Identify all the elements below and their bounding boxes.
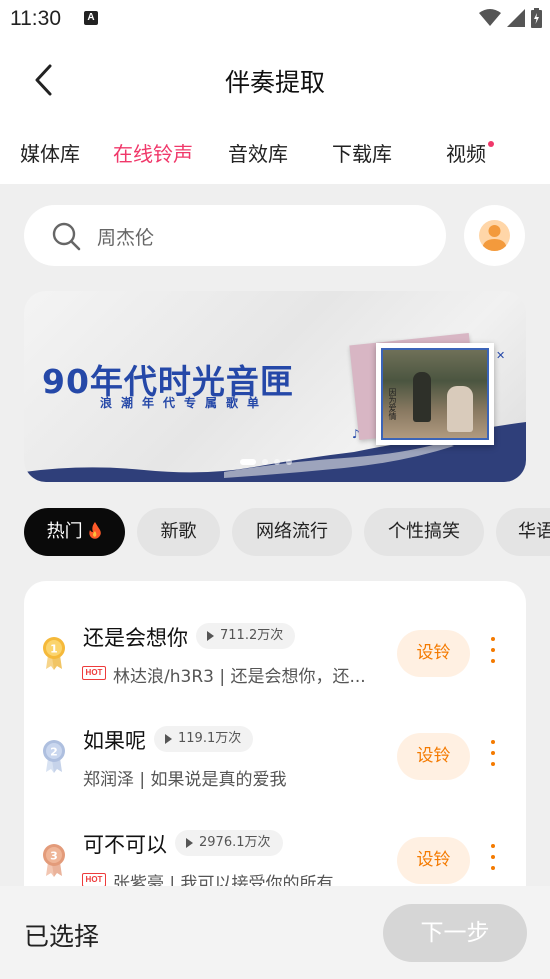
chip-hot-label: 热门 xyxy=(46,521,83,542)
tab-downloads[interactable]: 下载库 xyxy=(332,138,392,167)
category-chips: 热门 新歌 网络流行 个性搞笑 华语 xyxy=(24,508,550,556)
fire-icon xyxy=(89,522,102,539)
song-3-set-ringtone-button[interactable]: 设铃 xyxy=(397,837,470,884)
album-cover-image: 因为爱情 xyxy=(376,343,494,445)
bottom-action-bar: 已选择 下一步 xyxy=(0,886,550,979)
song-3-more-icon[interactable] xyxy=(488,844,498,876)
album-cover-text: 因为爱情 xyxy=(388,388,397,420)
signal-icon xyxy=(507,9,525,27)
music-note-icon: ♪ xyxy=(352,427,360,441)
status-icons xyxy=(479,8,542,28)
selected-label: 已选择 xyxy=(24,922,100,951)
tab-online-ringtones[interactable]: 在线铃声 xyxy=(113,138,193,167)
notification-icon: A xyxy=(84,11,98,25)
wifi-icon xyxy=(479,9,501,26)
user-avatar-icon xyxy=(479,220,510,251)
chip-internet-pop[interactable]: 网络流行 xyxy=(232,508,352,556)
battery-icon xyxy=(531,8,542,28)
next-step-button[interactable]: 下一步 xyxy=(383,904,527,962)
tab-media-library[interactable]: 媒体库 xyxy=(20,138,80,167)
search-bar[interactable]: 周杰伦 xyxy=(24,205,446,266)
bronze-medal-icon: 3 xyxy=(43,844,65,877)
song-1-set-ringtone-button[interactable]: 设铃 xyxy=(397,630,470,677)
promo-banner[interactable]: 90年代时光音匣 浪潮年代专属歌单 因为爱情 ✕ ♪ xyxy=(24,291,526,482)
song-3-title: 可不可以 xyxy=(83,833,167,857)
tab-video-label: 视频 xyxy=(446,142,486,166)
chip-hot[interactable]: 热门 xyxy=(24,508,125,556)
song-2-play-count: 119.1万次 xyxy=(154,726,254,752)
chip-funny[interactable]: 个性搞笑 xyxy=(364,508,484,556)
song-row-2[interactable]: 2 如果呢 119.1万次 郑润泽 | 如果说是真的爱我 设铃 xyxy=(24,714,526,814)
gold-medal-icon: 1 xyxy=(43,637,65,670)
song-3-rank: 3 xyxy=(50,850,58,863)
search-icon xyxy=(52,222,81,251)
tab-video[interactable]: 视频 xyxy=(446,138,494,167)
song-3-hot-badge: HOT xyxy=(82,873,106,887)
status-time: 11:30 xyxy=(10,7,61,30)
silver-medal-icon: 2 xyxy=(43,740,65,773)
song-2-title: 如果呢 xyxy=(83,729,146,753)
song-1-title: 还是会想你 xyxy=(83,626,188,650)
new-dot-indicator xyxy=(488,141,494,147)
song-2-more-icon[interactable] xyxy=(488,740,498,772)
song-2-set-ringtone-button[interactable]: 设铃 xyxy=(397,733,470,780)
status-bar: 11:30 A xyxy=(0,0,550,38)
song-2-description: 郑润泽 | 如果说是真的爱我 xyxy=(83,770,287,790)
song-3-play-count: 2976.1万次 xyxy=(175,830,283,856)
tab-sound-effects[interactable]: 音效库 xyxy=(228,138,288,167)
avatar-button[interactable] xyxy=(464,205,525,266)
song-1-play-count: 711.2万次 xyxy=(196,623,296,649)
chip-chinese[interactable]: 华语 xyxy=(496,508,550,556)
close-decoration-icon: ✕ xyxy=(496,349,506,362)
song-1-hot-badge: HOT xyxy=(82,666,106,680)
header: 伴奏提取 xyxy=(0,38,550,123)
song-2-rank: 2 xyxy=(50,746,58,759)
song-1-more-icon[interactable] xyxy=(488,637,498,669)
search-placeholder: 周杰伦 xyxy=(97,227,155,249)
carousel-indicator xyxy=(240,459,292,465)
tab-bar: 媒体库 在线铃声 音效库 下载库 视频 xyxy=(0,123,550,184)
banner-subtitle: 浪潮年代专属歌单 xyxy=(100,396,269,410)
page-title: 伴奏提取 xyxy=(224,68,325,97)
song-row-1[interactable]: 1 还是会想你 711.2万次 HOT 林达浪/h3R3 | 还是会想你，还..… xyxy=(24,611,526,711)
song-1-rank: 1 xyxy=(50,643,58,656)
chip-new-songs[interactable]: 新歌 xyxy=(137,508,220,556)
song-1-description: 林达浪/h3R3 | 还是会想你，还... xyxy=(113,667,366,687)
